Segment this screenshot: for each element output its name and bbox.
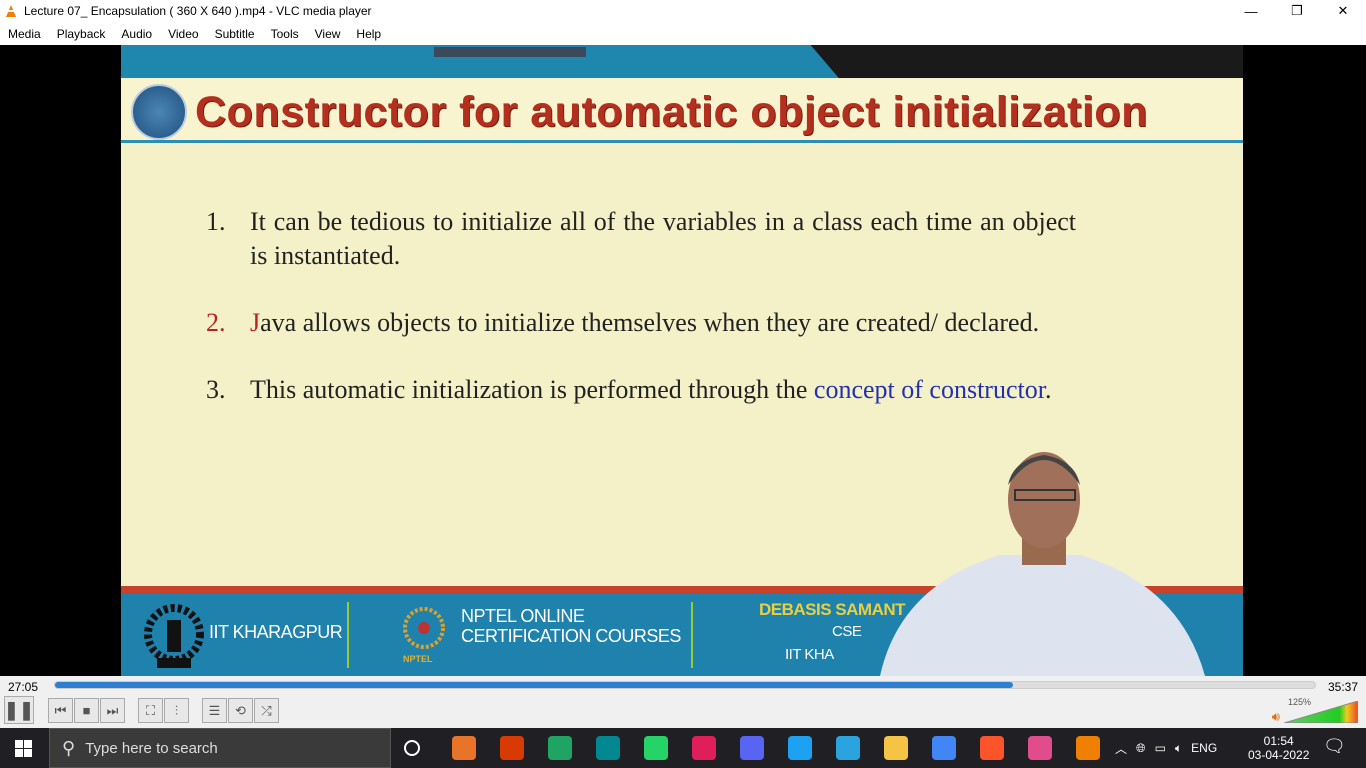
shuffle-button[interactable]: ⤮ [254,698,279,723]
nptel-line1: NPTEL ONLINE [461,606,585,626]
show-hidden-icons[interactable]: ︿ [1115,740,1127,757]
iit-kharagpur-label: IIT KHARAGPUR [209,622,343,642]
previous-button[interactable]: ⏮ [48,698,73,723]
player-controls: 27:05 35:37 ❚❚ ⏮ ■ ⏭ ⛶ ⫶ ☰ ⟲ ⤮ 🔊︎ 125% [0,676,1366,728]
next-button[interactable]: ⏭ [100,698,125,723]
java-logo-icon [131,84,187,140]
menu-view[interactable]: View [307,27,349,41]
taskbar-search[interactable]: ⚲ Type here to search [49,728,391,768]
taskbar-app-discord-icon[interactable] [740,736,764,760]
taskbar-app-slack-icon[interactable] [692,736,716,760]
taskbar-app-office-icon[interactable] [500,736,524,760]
volume-icon[interactable]: 🔈︎ [1175,741,1182,756]
taskbar-app-intellij-icon[interactable] [1028,736,1052,760]
taskbar-app-file-explorer-icon[interactable] [884,736,908,760]
banner-divider [691,602,693,668]
menu-tools[interactable]: Tools [263,27,307,41]
system-tray: ︿ 🌐︎ ▭ 🔈︎ ENG [1115,728,1217,768]
presenter-video [880,452,1205,676]
windows-start-icon[interactable] [15,740,32,757]
playlist-button[interactable]: ☰ [202,698,227,723]
menu-media[interactable]: Media [0,27,49,41]
seek-bar[interactable] [54,681,1316,689]
network-icon[interactable]: 🌐︎ [1136,741,1146,756]
pause-button[interactable]: ❚❚ [4,696,34,724]
seek-progress [55,682,1013,688]
clock[interactable]: 01:54 03-04-2022 [1248,728,1309,768]
taskbar-app-whatsapp-icon[interactable] [644,736,668,760]
search-placeholder: Type here to search [85,739,218,757]
taskbar: ⚲ Type here to search ︿ 🌐︎ ▭ 🔈︎ ENG 01:5… [0,728,1366,768]
notifications-icon[interactable]: 🗨︎ [1323,736,1346,757]
taskbar-app-matlab-icon[interactable] [452,736,476,760]
taskbar-app-telegram-icon[interactable] [836,736,860,760]
minimize-button[interactable]: — [1228,0,1274,22]
window-title: Lecture 07_ Encapsulation ( 360 X 640 ).… [24,4,372,18]
taskbar-app-chrome-icon[interactable] [932,736,956,760]
nptel-line2: CERTIFICATION COURSES [461,626,681,646]
speaker-icon[interactable]: 🔊︎ [1272,709,1280,725]
total-time: 35:37 [1327,680,1358,694]
slide-top-band [121,45,1243,78]
video-area[interactable]: Constructor for automatic object initial… [0,45,1366,676]
stop-button[interactable]: ■ [74,698,99,723]
slide-title: Constructor for automatic object initial… [195,88,1148,136]
fullscreen-button[interactable]: ⛶ [138,698,163,723]
clock-date: 03-04-2022 [1248,748,1310,762]
language-indicator[interactable]: ENG [1191,741,1217,755]
taskbar-app-vlc-icon[interactable] [1076,736,1100,760]
elapsed-time: 27:05 [8,680,39,694]
taskbar-app-app-green-icon[interactable] [548,736,572,760]
iit-kharagpur-logo-icon [144,604,204,668]
menu-subtitle[interactable]: Subtitle [207,27,263,41]
banner-divider [347,602,349,668]
menu-audio[interactable]: Audio [113,27,160,41]
presenter-institute: IIT KHA [785,646,834,663]
menu-bar: Media Playback Audio Video Subtitle Tool… [0,22,1366,45]
maximize-button[interactable]: ❐ [1274,0,1320,22]
menu-help[interactable]: Help [348,27,389,41]
menu-playback[interactable]: Playback [49,27,114,41]
search-icon: ⚲ [62,737,76,758]
nptel-logo-text: NPTEL [403,654,433,664]
slide-toolbar [434,47,586,57]
loop-button[interactable]: ⟲ [228,698,253,723]
point-1: 1. It can be tedious to initialize all of… [206,207,1076,270]
point-2: 2. Java allows objects to initialize them… [206,308,1040,337]
battery-icon[interactable]: ▭ [1155,741,1166,755]
title-bar: Lecture 07_ Encapsulation ( 360 X 640 ).… [0,0,1366,22]
clock-time: 01:54 [1263,734,1294,748]
extended-settings-button[interactable]: ⫶ [164,698,189,723]
presenter-dept: CSE [832,623,862,640]
slide-points: 1. It can be tedious to initialize all of… [206,205,1076,440]
vlc-icon [6,5,16,17]
taskbar-app-arduino-icon[interactable] [596,736,620,760]
close-button[interactable]: ✕ [1320,0,1366,22]
taskbar-app-brave-icon[interactable] [980,736,1004,760]
taskbar-app-twitter-icon[interactable] [788,736,812,760]
volume-slider[interactable]: 125% [1284,697,1358,723]
taskbar-app-cortana-icon[interactable] [404,740,420,756]
menu-video[interactable]: Video [160,27,206,41]
slide-title-band: Constructor for automatic object initial… [121,79,1243,143]
point-3: 3. This automatic initialization is perfo… [206,375,1052,404]
